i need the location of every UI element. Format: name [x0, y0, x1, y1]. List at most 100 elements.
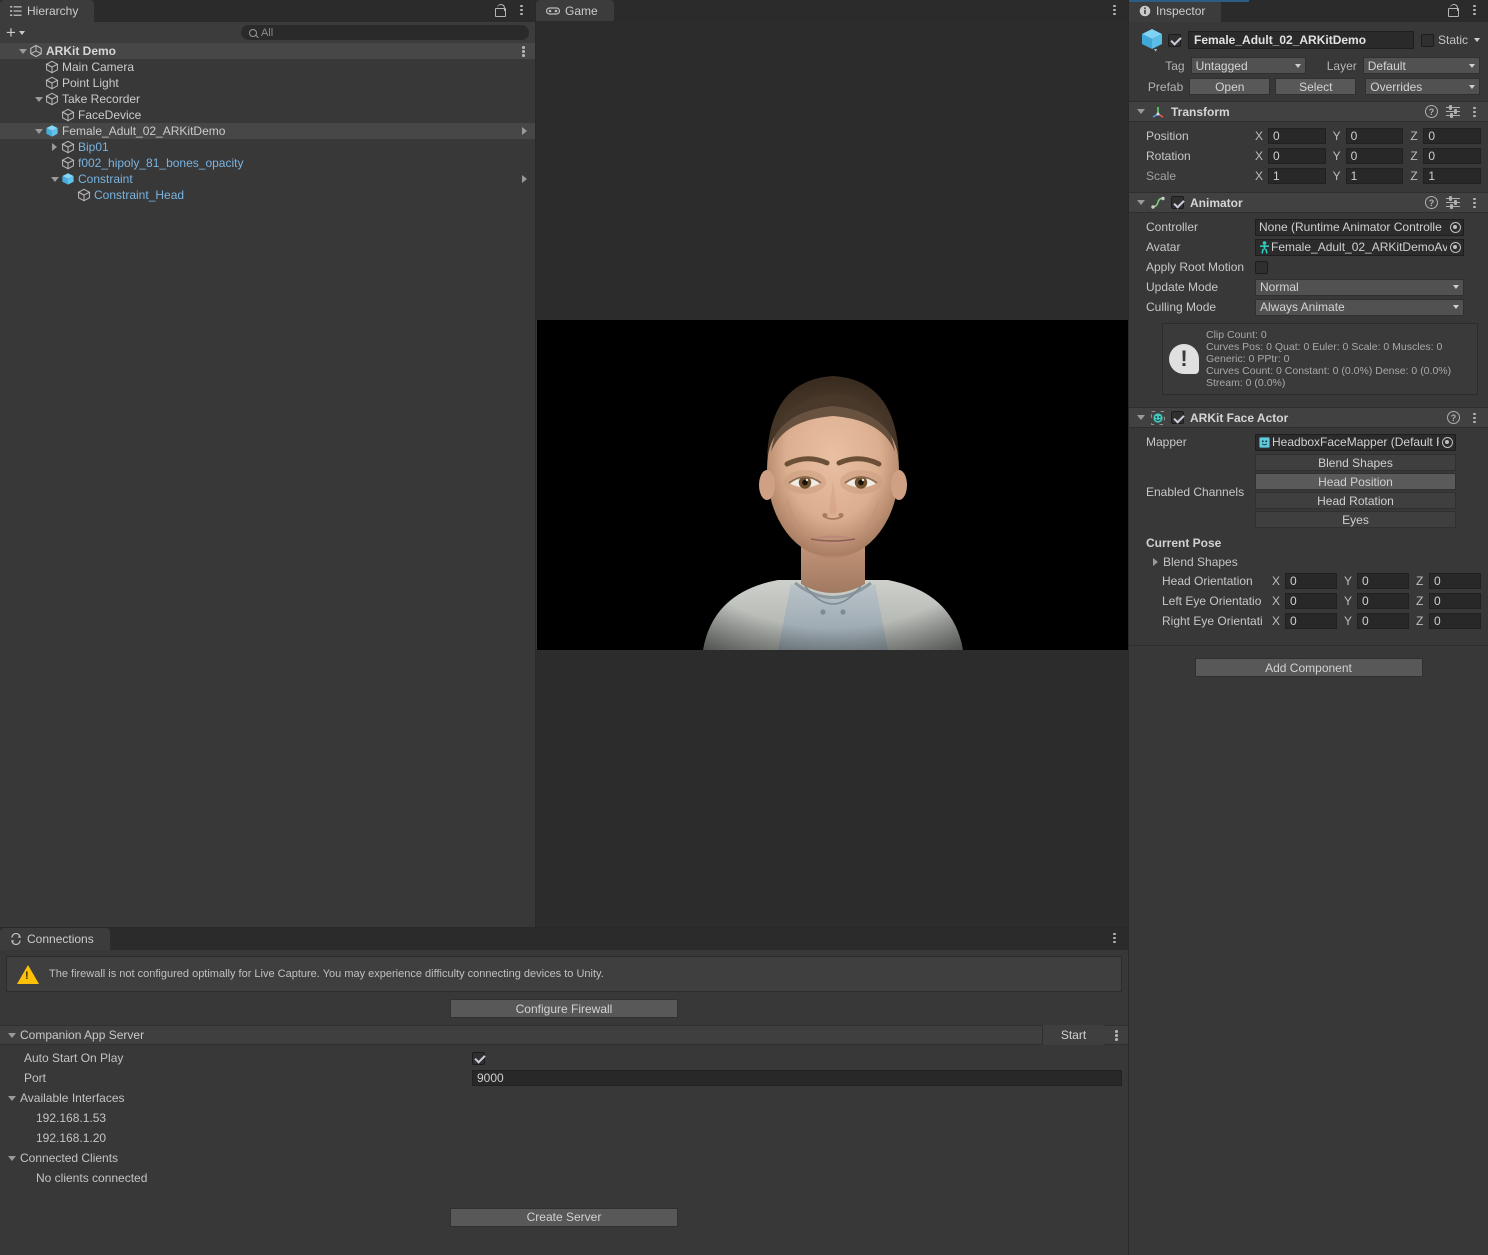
transform-scale-y[interactable]: 1 — [1345, 168, 1404, 184]
pose-left-eye-orientatio-x[interactable]: 0 — [1285, 593, 1337, 609]
triangle-down-icon[interactable] — [1137, 415, 1145, 420]
channel-button-eyes[interactable]: Eyes — [1255, 511, 1456, 528]
animator-menu-icon[interactable] — [1468, 196, 1480, 210]
twisty[interactable] — [48, 143, 61, 151]
culling-mode-dropdown[interactable]: Always Animate — [1255, 298, 1464, 316]
tab-game[interactable]: Game — [536, 0, 614, 22]
auto-start-on-play-checkbox[interactable] — [472, 1051, 485, 1065]
hierarchy-item-main-camera[interactable]: Main Camera — [0, 59, 535, 75]
port-input[interactable]: 9000 — [472, 1070, 1122, 1086]
hierarchy-item-f002-hipoly-81-bones-opacity[interactable]: f002_hipoly_81_bones_opacity — [0, 155, 535, 171]
object-name-input[interactable]: Female_Adult_02_ARKitDemo — [1188, 31, 1414, 49]
prefab-open-button[interactable]: Open — [1189, 78, 1271, 95]
chevron-right-icon[interactable] — [522, 175, 527, 183]
object-picker-icon[interactable] — [1447, 239, 1463, 255]
twisty[interactable] — [16, 48, 29, 54]
hierarchy-item-facedevice[interactable]: FaceDevice — [0, 107, 535, 123]
prefab-overrides-dropdown[interactable]: Overrides — [1365, 78, 1481, 95]
transform-menu-icon[interactable] — [1468, 105, 1480, 119]
object-picker-icon[interactable] — [1447, 219, 1463, 235]
hierarchy-search-input[interactable]: All — [240, 25, 529, 40]
animator-enabled-checkbox[interactable] — [1171, 196, 1184, 209]
pose-head-orientation-y[interactable]: 0 — [1357, 573, 1409, 589]
preset-icon[interactable] — [1446, 105, 1460, 118]
server-menu-icon[interactable] — [1110, 1028, 1122, 1042]
transform-component-header[interactable]: Transform ? — [1129, 101, 1488, 122]
help-icon[interactable]: ? — [1425, 105, 1438, 118]
available-interfaces-foldout[interactable]: Available Interfaces — [0, 1088, 1128, 1108]
hierarchy-item-constraint[interactable]: Constraint — [0, 171, 535, 187]
tab-connections[interactable]: Connections — [0, 928, 110, 950]
help-icon[interactable]: ? — [1425, 196, 1438, 209]
face-actor-menu-icon[interactable] — [1468, 411, 1480, 425]
transform-rotation-z[interactable]: 0 — [1423, 148, 1482, 164]
transform-scale-z[interactable]: 1 — [1423, 168, 1482, 184]
add-gameobject-button[interactable]: + — [6, 24, 25, 41]
static-checkbox[interactable] — [1420, 33, 1434, 47]
configure-firewall-button[interactable]: Configure Firewall — [450, 999, 678, 1018]
hierarchy-item-arkit-demo[interactable]: ARKit Demo — [0, 43, 535, 59]
static-toggle[interactable]: Static — [1420, 33, 1480, 47]
transform-position-z[interactable]: 0 — [1423, 128, 1482, 144]
avatar-objectfield[interactable]: Female_Adult_02_ARKitDemoAv — [1255, 238, 1464, 256]
create-server-button[interactable]: Create Server — [450, 1207, 678, 1227]
inspector-menu-icon[interactable] — [1468, 3, 1480, 17]
transform-rotation-y[interactable]: 0 — [1345, 148, 1404, 164]
tab-hierarchy[interactable]: Hierarchy — [0, 0, 95, 22]
hierarchy-item-take-recorder[interactable]: Take Recorder — [0, 91, 535, 107]
hierarchy-item-female-adult-02-arkitdemo[interactable]: Female_Adult_02_ARKitDemo — [0, 123, 535, 139]
transform-scale-x[interactable]: 1 — [1268, 168, 1326, 184]
hierarchy-menu-icon[interactable] — [515, 3, 527, 17]
channel-button-blend-shapes[interactable]: Blend Shapes — [1255, 454, 1456, 471]
pose-right-eye-orientati-y[interactable]: 0 — [1357, 613, 1409, 629]
triangle-down-icon — [8, 1095, 16, 1101]
mapper-objectfield[interactable]: HeadboxFaceMapper (Default F — [1255, 433, 1456, 451]
add-component-button[interactable]: Add Component — [1194, 658, 1423, 677]
hierarchy-item-constraint-head[interactable]: Constraint_Head — [0, 187, 535, 203]
animator-component-header[interactable]: Animator ? — [1129, 192, 1488, 213]
channel-button-head-rotation[interactable]: Head Rotation — [1255, 492, 1456, 509]
scene-menu-icon[interactable] — [517, 44, 529, 58]
lock-icon[interactable] — [1446, 3, 1459, 17]
triangle-down-icon[interactable] — [1137, 200, 1145, 205]
game-render-view[interactable] — [537, 320, 1128, 650]
game-menu-icon[interactable] — [1108, 3, 1120, 17]
face-actor-enabled-checkbox[interactable] — [1171, 411, 1184, 424]
apply-root-motion-checkbox[interactable] — [1255, 260, 1268, 274]
triangle-down-icon[interactable] — [1137, 109, 1145, 114]
controller-objectfield[interactable]: None (Runtime Animator Controlle — [1255, 218, 1464, 236]
twisty[interactable] — [48, 176, 61, 182]
tag-dropdown[interactable]: Untagged — [1190, 57, 1306, 74]
blend-shapes-foldout[interactable]: Blend Shapes — [1129, 552, 1488, 571]
twisty[interactable] — [32, 128, 45, 134]
pose-head-orientation-x[interactable]: 0 — [1285, 573, 1337, 589]
pose-head-orientation-z[interactable]: 0 — [1429, 573, 1481, 589]
chevron-right-icon[interactable] — [522, 127, 527, 135]
preset-icon[interactable] — [1446, 196, 1460, 209]
prefab-select-button[interactable]: Select — [1275, 78, 1357, 95]
transform-rotation-x[interactable]: 0 — [1268, 148, 1326, 164]
twisty[interactable] — [32, 96, 45, 102]
gamepad-icon — [546, 6, 560, 16]
pose-right-eye-orientati-x[interactable]: 0 — [1285, 613, 1337, 629]
transform-position-x[interactable]: 0 — [1268, 128, 1326, 144]
start-server-button[interactable]: Start — [1042, 1025, 1104, 1045]
channel-button-head-position[interactable]: Head Position — [1255, 473, 1456, 490]
arkit-face-actor-header[interactable]: ARKit Face Actor ? — [1129, 407, 1488, 428]
update-mode-dropdown[interactable]: Normal — [1255, 278, 1464, 296]
help-icon[interactable]: ? — [1447, 411, 1460, 424]
pose-left-eye-orientatio-y[interactable]: 0 — [1357, 593, 1409, 609]
pose-left-eye-orientatio-z[interactable]: 0 — [1429, 593, 1481, 609]
layer-dropdown[interactable]: Default — [1362, 57, 1481, 74]
transform-position-y[interactable]: 0 — [1345, 128, 1404, 144]
companion-app-server-foldout[interactable]: Companion App Server Start — [0, 1025, 1128, 1045]
object-picker-icon[interactable] — [1439, 434, 1455, 450]
connections-menu-icon[interactable] — [1108, 931, 1120, 945]
connected-clients-foldout[interactable]: Connected Clients — [0, 1148, 1128, 1168]
tab-inspector[interactable]: Inspector — [1129, 0, 1222, 22]
object-enabled-checkbox[interactable] — [1168, 33, 1181, 47]
hierarchy-item-point-light[interactable]: Point Light — [0, 75, 535, 91]
pose-right-eye-orientati-z[interactable]: 0 — [1429, 613, 1481, 629]
lock-icon[interactable] — [493, 3, 506, 17]
hierarchy-item-bip01[interactable]: Bip01 — [0, 139, 535, 155]
